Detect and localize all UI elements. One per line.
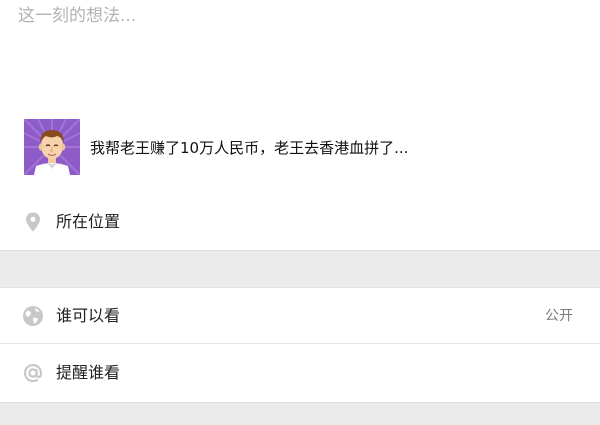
location-row[interactable]: 所在位置 (0, 194, 600, 250)
shared-link-thumbnail (24, 119, 80, 175)
moment-text-input[interactable] (18, 4, 578, 100)
section-separator (0, 402, 600, 425)
at-sign-icon (23, 364, 43, 383)
globe-icon (23, 306, 43, 326)
section-separator (0, 250, 600, 288)
shared-link-title: 我帮老王赚了10万人民币，老王去香港血拼了... (90, 138, 409, 157)
remind-label: 提醒谁看 (56, 363, 121, 382)
compose-area (0, 0, 600, 108)
visibility-label: 谁可以看 (56, 306, 121, 325)
row-divider (0, 343, 600, 344)
location-pin-icon (26, 212, 40, 232)
visibility-value: 公开 (545, 308, 573, 324)
shared-link-card[interactable]: 我帮老王赚了10万人民币，老王去香港血拼了... (24, 118, 584, 176)
location-label: 所在位置 (56, 212, 121, 231)
remind-row[interactable]: 提醒谁看 (0, 345, 600, 401)
compose-moment-page: 我帮老王赚了10万人民币，老王去香港血拼了... 所在位置 谁可以看 公开 提醒… (0, 0, 600, 425)
visibility-row[interactable]: 谁可以看 公开 (0, 288, 600, 344)
